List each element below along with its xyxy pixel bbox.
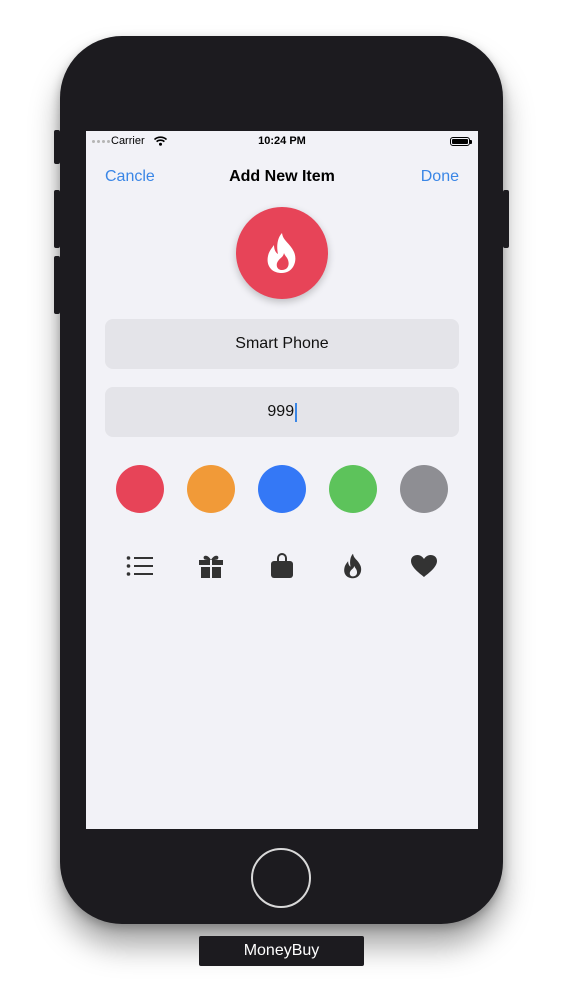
list-icon [126, 556, 153, 576]
app-caption: MoneyBuy [199, 936, 364, 966]
home-button[interactable] [251, 848, 311, 908]
gift-icon [199, 555, 223, 578]
item-name-value: Smart Phone [235, 335, 329, 352]
color-swatch-red[interactable] [116, 465, 164, 513]
icon-option-bag[interactable] [264, 548, 300, 584]
side-button-mute [54, 130, 60, 164]
text-caret [295, 402, 297, 422]
bag-icon [271, 553, 293, 578]
app-screen: Carrier 10:24 PM Cancle Add New Item Don… [86, 131, 478, 829]
icon-option-heart[interactable] [406, 548, 442, 584]
color-swatch-blue[interactable] [258, 465, 306, 513]
flame-icon [267, 233, 296, 273]
battery-icon [450, 137, 472, 146]
side-button-power [503, 190, 509, 248]
color-swatch-gray[interactable] [400, 465, 448, 513]
flame-icon [344, 553, 362, 579]
icon-option-flame[interactable] [335, 548, 371, 584]
side-button-volume-up [54, 190, 60, 248]
side-button-volume-down [54, 256, 60, 314]
item-price-value: 999 [267, 403, 295, 420]
item-name-field[interactable]: Smart Phone [105, 319, 459, 369]
item-price-field[interactable]: 999 [105, 387, 459, 437]
done-button[interactable]: Done [421, 168, 459, 186]
page-title: Add New Item [229, 168, 335, 185]
selected-icon-preview [236, 207, 328, 299]
icon-option-gift[interactable] [193, 548, 229, 584]
status-bar: Carrier 10:24 PM [86, 131, 478, 153]
color-swatch-green[interactable] [329, 465, 377, 513]
status-time: 10:24 PM [258, 135, 306, 147]
heart-icon [411, 555, 437, 577]
color-swatch-orange[interactable] [187, 465, 235, 513]
icon-option-list[interactable] [122, 548, 158, 584]
